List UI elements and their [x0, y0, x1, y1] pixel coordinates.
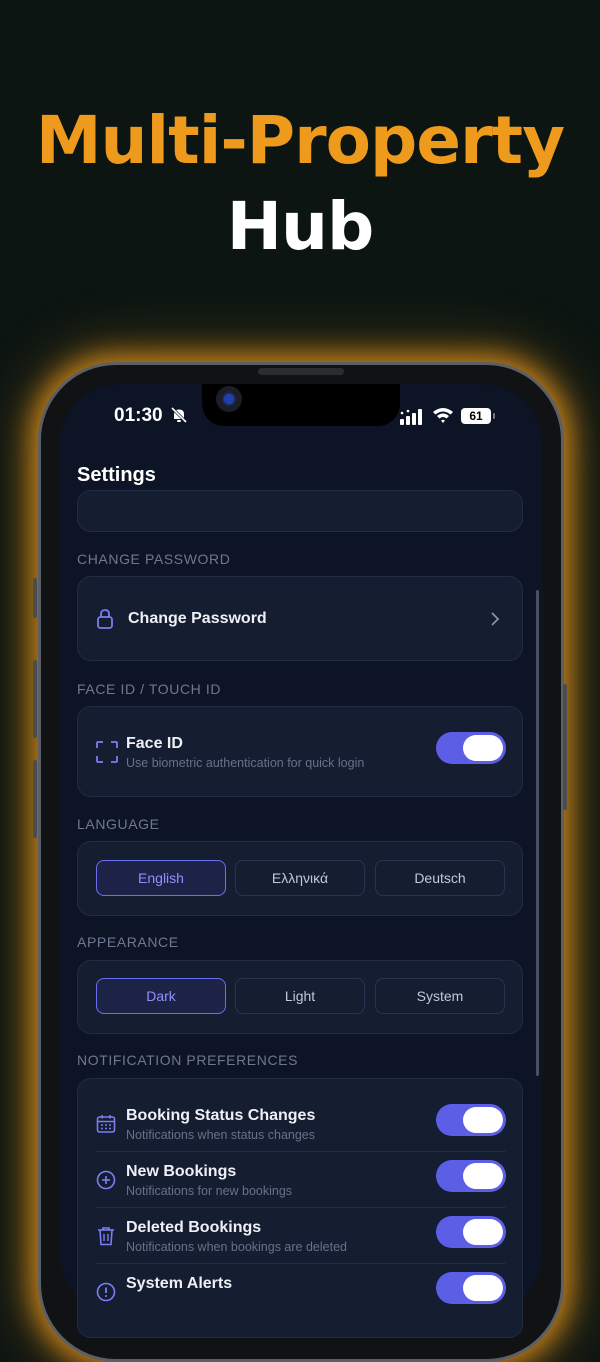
trash-icon	[98, 1227, 114, 1246]
face-id-subtitle: Use biometric authentication for quick l…	[126, 756, 365, 770]
deleted-bookings-toggle[interactable]	[436, 1216, 506, 1248]
phone-mute-button	[33, 578, 37, 618]
notification-subtitle-new-bookings: Notifications for new bookings	[126, 1184, 293, 1198]
bell-off-icon	[170, 406, 188, 424]
page-title: Settings	[77, 464, 156, 486]
calendar-icon	[96, 1115, 116, 1133]
scrollbar[interactable]	[536, 590, 539, 1076]
phone-power-button	[563, 684, 567, 810]
notification-title-deleted-bookings: Deleted Bookings	[126, 1219, 262, 1236]
camera-icon	[216, 386, 242, 412]
language-option-german[interactable]: Deutsch	[375, 860, 505, 896]
status-time: 01:30	[114, 405, 163, 426]
language-option-english[interactable]: English	[96, 860, 226, 896]
face-id-icon	[96, 741, 118, 763]
phone-volume-up-button	[33, 660, 37, 738]
language-option-greek[interactable]: Ελληνικά	[235, 860, 365, 896]
appearance-option-system[interactable]: System	[375, 978, 505, 1014]
hero-title-line1: Multi-Property	[35, 102, 565, 179]
alert-circle-icon	[96, 1282, 116, 1302]
section-label-notifications: NOTIFICATION PREFERENCES	[77, 1052, 299, 1068]
divider	[96, 1207, 506, 1208]
notification-title-new-bookings: New Bookings	[126, 1163, 237, 1180]
section-label-face-id: FACE ID / TOUCH ID	[77, 681, 222, 697]
notification-title-system-alerts: System Alerts	[126, 1275, 233, 1292]
lock-icon	[97, 609, 113, 629]
phone-speaker	[258, 368, 344, 375]
section-label-language: LANGUAGE	[77, 816, 160, 832]
hero-title-line2: Hub	[226, 188, 374, 265]
battery-indicator: 61	[461, 408, 495, 424]
booking-status-toggle[interactable]	[436, 1104, 506, 1136]
plus-circle-icon	[96, 1170, 116, 1190]
system-alerts-toggle[interactable]	[436, 1272, 506, 1304]
wifi-icon	[433, 408, 453, 423]
section-label-appearance: APPEARANCE	[77, 934, 179, 950]
chevron-right-icon	[491, 612, 500, 626]
face-id-toggle[interactable]	[436, 732, 506, 764]
appearance-option-light[interactable]: Light	[235, 978, 365, 1014]
section-label-change-password: CHANGE PASSWORD	[77, 551, 231, 567]
new-bookings-toggle[interactable]	[436, 1160, 506, 1192]
divider	[96, 1151, 506, 1152]
phone-volume-down-button	[33, 760, 37, 838]
divider	[96, 1263, 506, 1264]
previous-section-card	[77, 490, 523, 532]
notification-subtitle-booking-status: Notifications when status changes	[126, 1128, 315, 1142]
change-password-label: Change Password	[128, 610, 267, 627]
notification-title-booking-status: Booking Status Changes	[126, 1107, 316, 1124]
face-id-title: Face ID	[126, 735, 183, 752]
cellular-signal-icon	[400, 409, 422, 425]
appearance-option-dark[interactable]: Dark	[96, 978, 226, 1014]
notification-subtitle-deleted-bookings: Notifications when bookings are deleted	[126, 1240, 347, 1254]
